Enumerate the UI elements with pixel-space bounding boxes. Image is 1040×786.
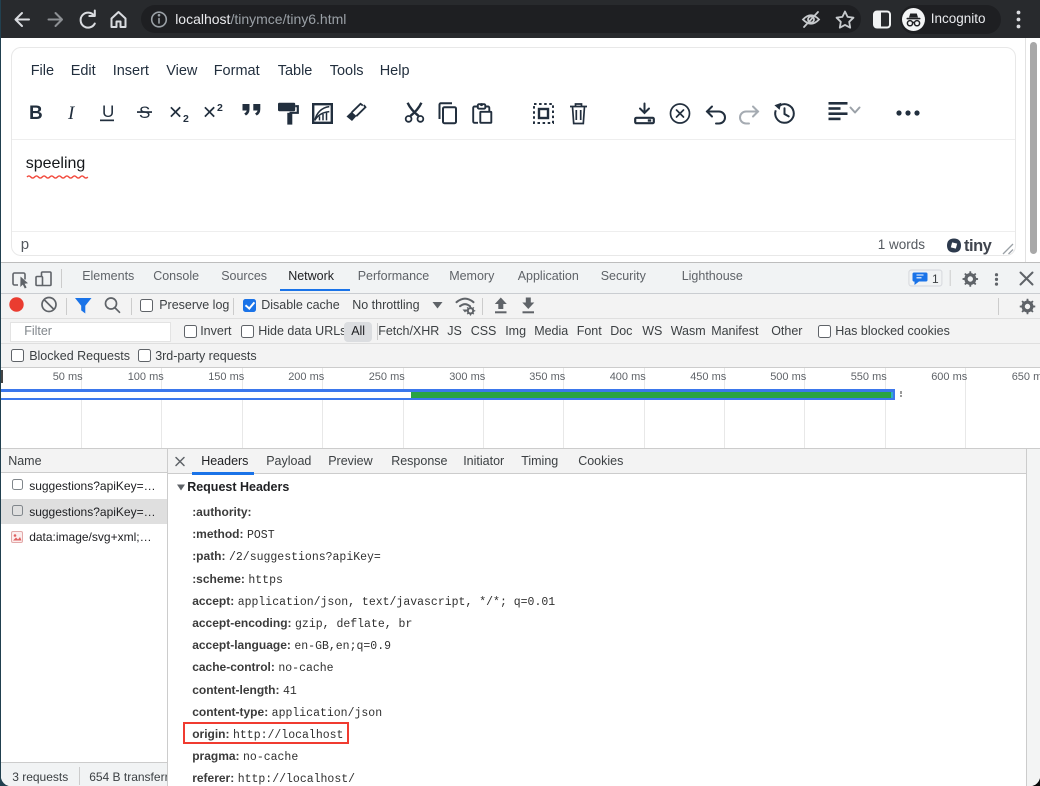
svg-text:✕: ✕: [202, 103, 217, 123]
svg-text:✕: ✕: [168, 103, 183, 123]
svg-text:B: B: [29, 103, 43, 124]
svg-text:tiny: tiny: [964, 237, 993, 255]
svg-text:2: 2: [183, 113, 189, 125]
svg-text:I: I: [67, 103, 76, 124]
svg-text:2: 2: [217, 102, 223, 114]
svg-text:1: 1: [932, 272, 939, 286]
svg-text:U: U: [102, 102, 114, 121]
